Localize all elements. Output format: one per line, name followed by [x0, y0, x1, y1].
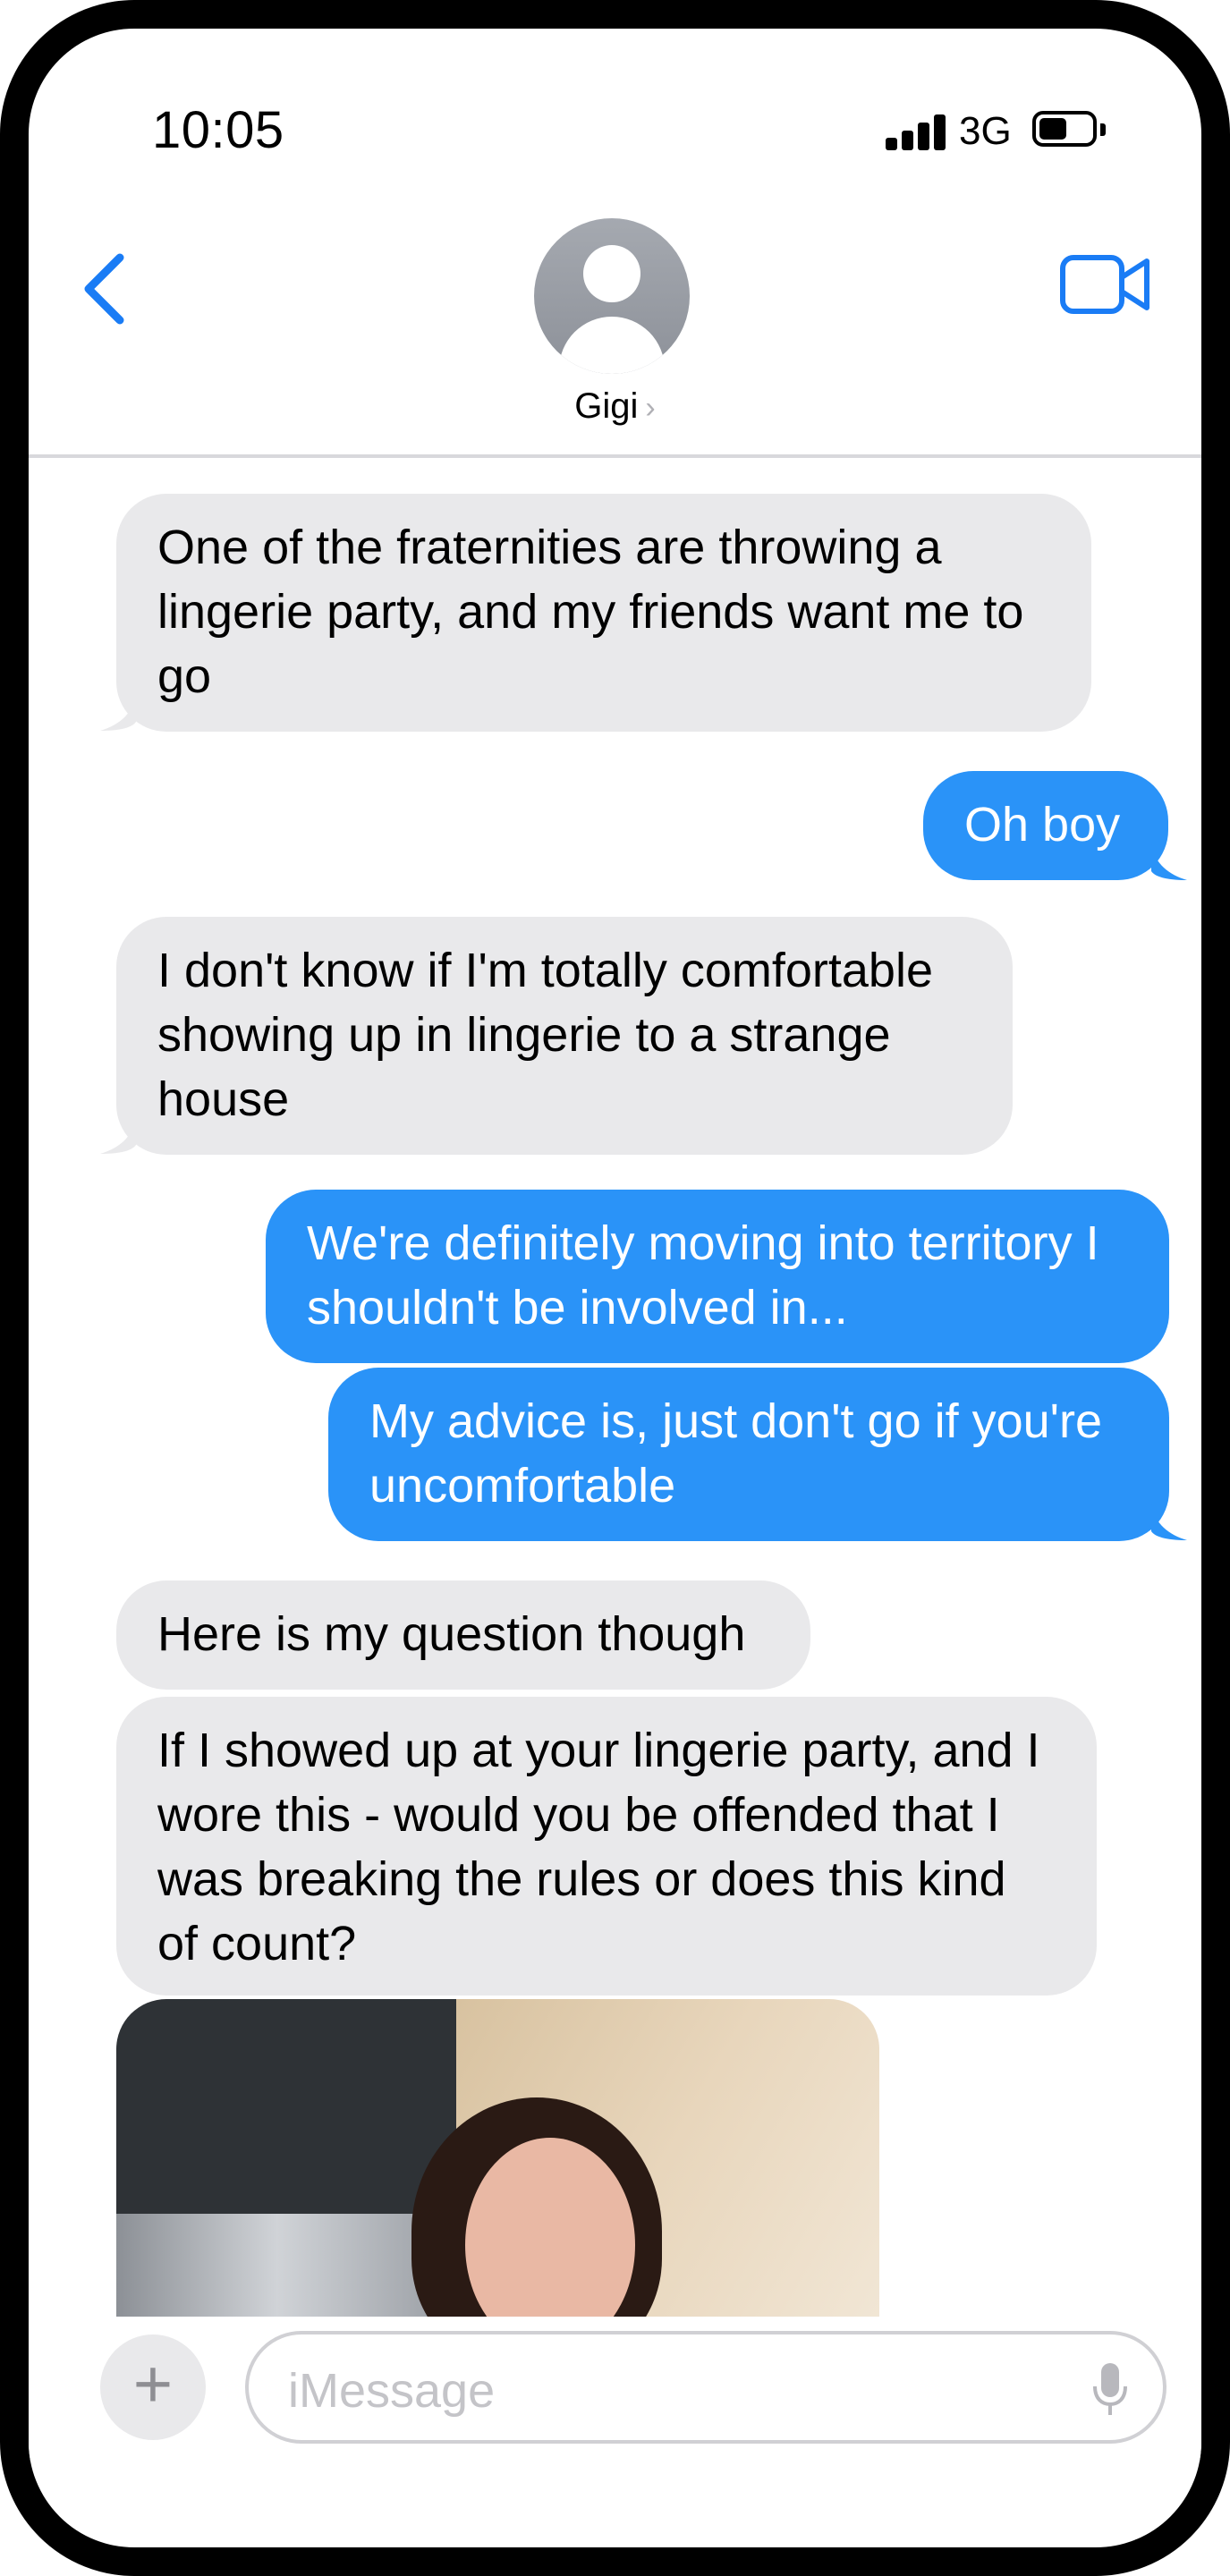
photo-attachment[interactable] — [116, 1999, 879, 2317]
message-text: We're definitely moving into territory I… — [307, 1216, 1099, 1335]
message-bubble-received[interactable]: One of the fraternities are throwing a l… — [116, 494, 1091, 732]
message-text: Oh boy — [964, 798, 1121, 852]
message-text: Here is my question though — [157, 1607, 746, 1661]
status-bar: 10:05 3G — [29, 29, 1201, 199]
bubble-tail — [1151, 844, 1187, 880]
message-text: I don't know if I'm totally comfortable … — [157, 944, 933, 1126]
message-bubble-received[interactable]: Here is my question though — [116, 1580, 810, 1690]
video-call-icon[interactable] — [1059, 252, 1152, 317]
compose-bar: + iMessage — [29, 2318, 1201, 2462]
message-text: My advice is, just don't go if you're un… — [369, 1394, 1102, 1513]
message-bubble-sent[interactable]: My advice is, just don't go if you're un… — [328, 1368, 1169, 1541]
message-bubble-received[interactable]: If I showed up at your lingerie party, a… — [116, 1697, 1097, 1996]
phone-frame: 10:05 3G Gigi › One of the fraternities … — [0, 0, 1230, 2576]
messages-screen: 10:05 3G Gigi › One of the fraternities … — [29, 29, 1201, 2547]
bubble-tail — [100, 695, 136, 731]
message-bubble-received[interactable]: I don't know if I'm totally comfortable … — [116, 917, 1013, 1155]
apps-plus-button[interactable]: + — [100, 2334, 206, 2440]
contact-name-button[interactable]: Gigi › — [29, 386, 1201, 427]
message-bubble-sent[interactable]: Oh boy — [923, 771, 1168, 880]
message-bubble-sent[interactable]: We're definitely moving into territory I… — [266, 1190, 1169, 1363]
conversation-header: Gigi › — [29, 199, 1201, 458]
network-label: 3G — [959, 109, 1012, 153]
microphone-icon[interactable] — [1090, 2361, 1131, 2419]
avatar[interactable] — [534, 218, 690, 374]
chevron-right-icon: › — [645, 391, 656, 425]
bubble-tail — [100, 1118, 136, 1154]
message-text: One of the fraternities are throwing a l… — [157, 521, 1024, 703]
status-time: 10:05 — [152, 101, 284, 159]
message-text: If I showed up at your lingerie party, a… — [157, 1724, 1040, 1970]
back-chevron-icon[interactable] — [75, 249, 138, 329]
message-placeholder: iMessage — [288, 2364, 496, 2418]
battery-icon — [1032, 111, 1097, 147]
contact-name: Gigi — [574, 386, 639, 426]
plus-icon: + — [132, 2346, 174, 2422]
message-input[interactable]: iMessage — [245, 2331, 1166, 2444]
bubble-tail — [1151, 1504, 1187, 1540]
signal-icon — [886, 113, 948, 150]
battery-tip — [1100, 123, 1106, 136]
